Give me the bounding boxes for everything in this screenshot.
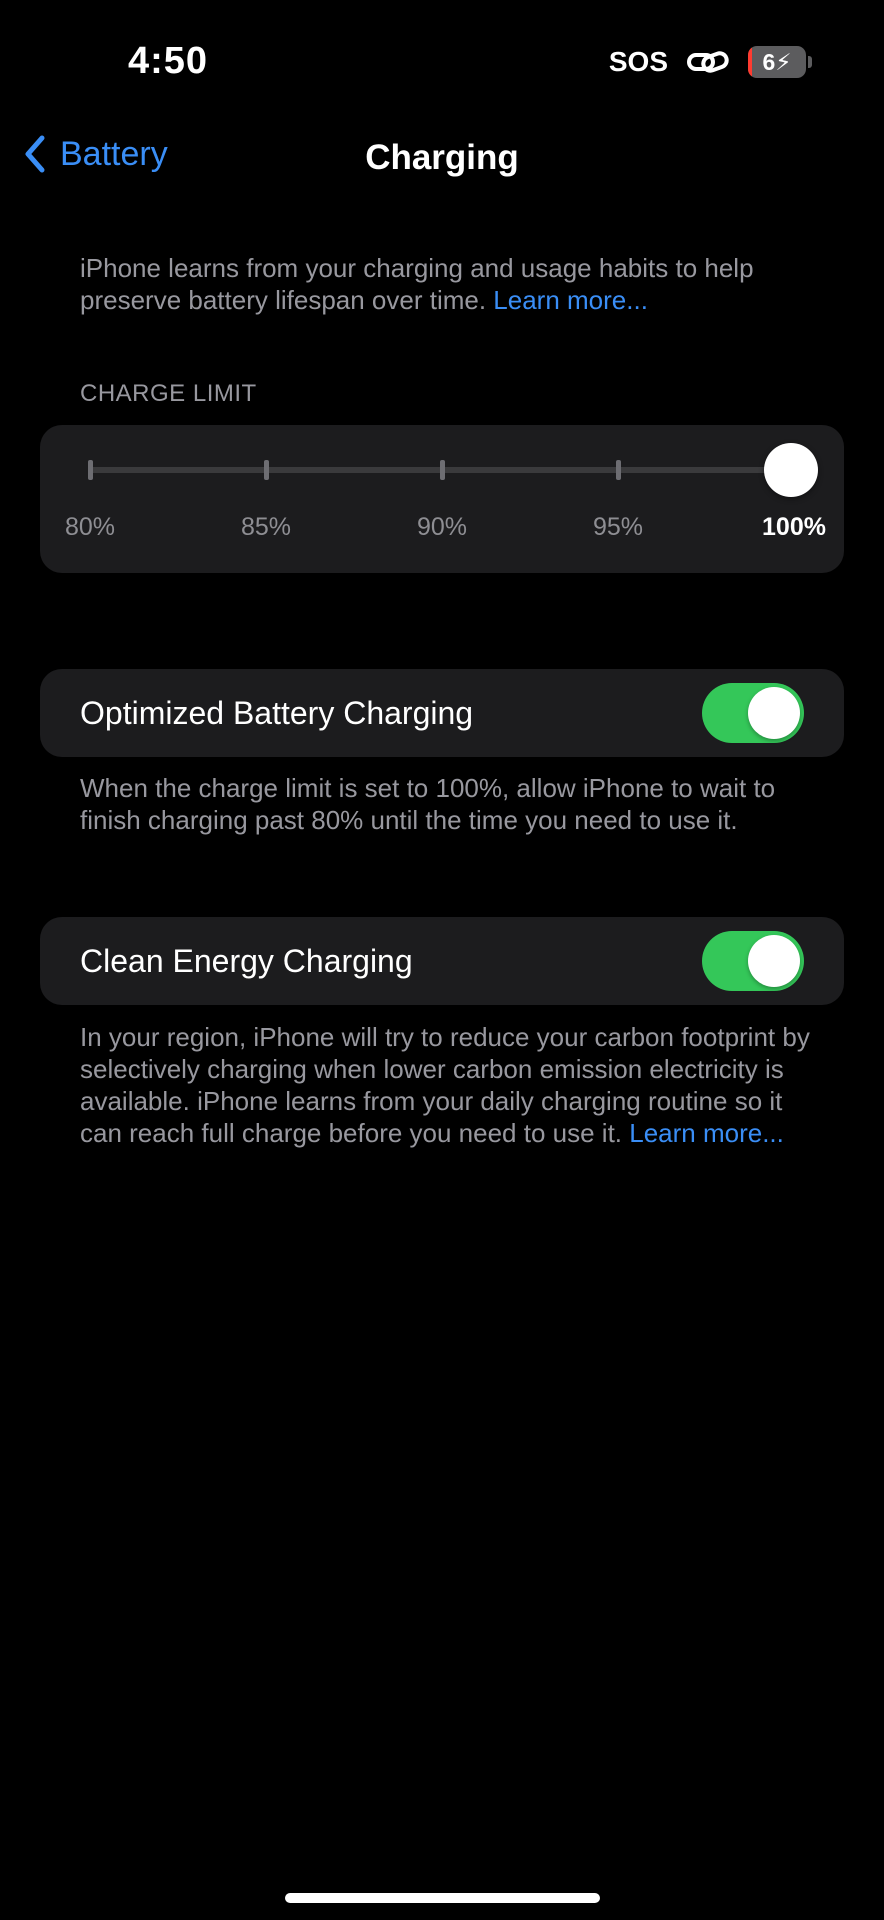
battery-fill xyxy=(748,46,752,78)
slider-label-95[interactable]: 95% xyxy=(558,513,678,542)
clean-energy-learn-more-link[interactable]: Learn more... xyxy=(629,1118,784,1148)
page-title: Charging xyxy=(365,138,519,177)
clean-energy-footer: In your region, iPhone will try to reduc… xyxy=(80,1021,820,1149)
clean-energy-toggle[interactable] xyxy=(702,931,804,991)
battery-level: 6⚡ xyxy=(762,48,792,75)
learn-more-link[interactable]: Learn more... xyxy=(493,285,648,315)
slider-label-80[interactable]: 80% xyxy=(30,513,150,542)
intro-text: iPhone learns from your charging and usa… xyxy=(80,253,754,315)
link-icon xyxy=(686,47,730,77)
intro-description: iPhone learns from your charging and usa… xyxy=(80,252,820,316)
status-indicators: SOS 6⚡ xyxy=(609,46,812,78)
slider-label-85[interactable]: 85% xyxy=(206,513,326,542)
bolt-icon: ⚡ xyxy=(775,48,792,75)
optimized-charging-toggle[interactable] xyxy=(702,683,804,743)
slider-tick-80 xyxy=(88,460,93,480)
clean-energy-label: Clean Energy Charging xyxy=(80,943,413,979)
sos-indicator: SOS xyxy=(608,46,668,77)
charge-limit-header: CHARGE LIMIT xyxy=(80,380,257,407)
home-indicator[interactable] xyxy=(285,1893,600,1903)
toggle-knob xyxy=(748,935,800,987)
status-time: 4:50 xyxy=(128,40,209,82)
slider-label-90[interactable]: 90% xyxy=(382,513,502,542)
slider-tick-85 xyxy=(264,460,269,480)
optimized-charging-label: Optimized Battery Charging xyxy=(80,695,474,731)
optimized-charging-footer: When the charge limit is set to 100%, al… xyxy=(80,773,776,835)
optimized-charging-row: Optimized Battery Charging xyxy=(40,669,844,757)
charge-limit-slider-card: 80% 85% 90% 95% 100% xyxy=(40,425,844,573)
battery-nub xyxy=(808,56,812,68)
slider-tick-95 xyxy=(616,460,621,480)
toggle-knob xyxy=(748,687,800,739)
status-bar: 4:50 SOS 6⚡ xyxy=(0,0,884,130)
battery-icon: 6⚡ xyxy=(748,46,806,78)
clean-energy-row: Clean Energy Charging xyxy=(40,917,844,1005)
charge-limit-thumb[interactable] xyxy=(764,443,818,497)
slider-label-100[interactable]: 100% xyxy=(734,513,854,542)
slider-tick-90 xyxy=(440,460,445,480)
